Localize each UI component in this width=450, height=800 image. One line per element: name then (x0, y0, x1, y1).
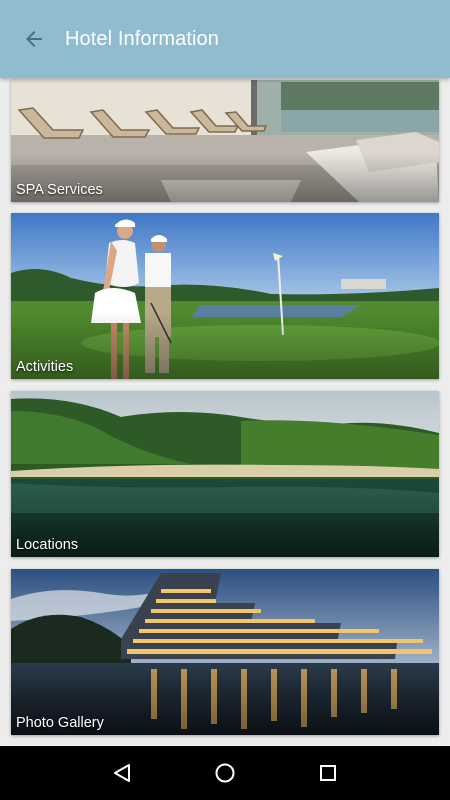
card-list: SPA Services Activities Locations Photo … (0, 78, 450, 746)
back-button[interactable] (9, 14, 59, 64)
nav-home-button[interactable] (205, 753, 245, 793)
card-activities[interactable]: Activities (11, 213, 439, 379)
card-label: Activities (16, 359, 74, 375)
triangle-back-icon (113, 764, 130, 782)
card-label: Locations (16, 537, 79, 553)
golf-course-photo (11, 213, 439, 379)
circle-home-icon (215, 763, 235, 783)
card-spa-services[interactable]: SPA Services (11, 80, 439, 202)
page-title: Hotel Information (65, 27, 219, 50)
bay-landscape-photo (11, 391, 439, 557)
card-label: SPA Services (16, 182, 103, 198)
hotel-night-photo (11, 569, 439, 735)
card-label: Photo Gallery (16, 715, 104, 731)
nav-recents-button[interactable] (308, 753, 348, 793)
arrow-left-icon (26, 31, 42, 47)
nav-back-button[interactable] (102, 753, 142, 793)
app-bar: Hotel Information (0, 0, 450, 78)
square-recents-icon (320, 765, 337, 781)
card-photo-gallery[interactable]: Photo Gallery (11, 569, 439, 735)
system-nav-bar (0, 746, 450, 800)
card-locations[interactable]: Locations (11, 391, 439, 557)
